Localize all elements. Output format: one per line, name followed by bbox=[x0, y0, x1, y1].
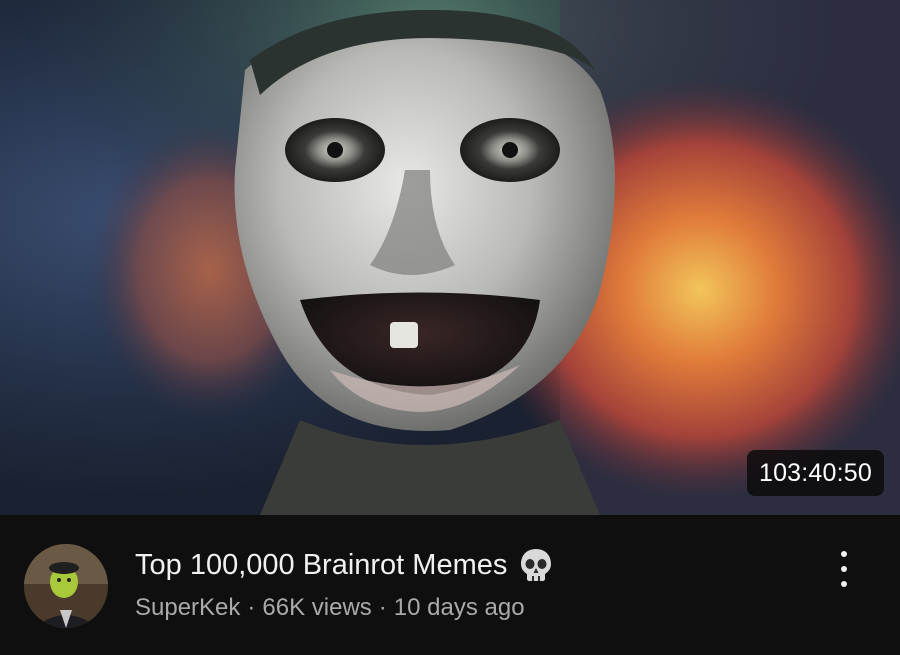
duration-badge: 103:40:50 bbox=[746, 450, 884, 496]
video-metadata: Top 100,000 Brainrot Memes SuperKek · 66K … bbox=[0, 515, 900, 655]
dot bbox=[841, 581, 847, 587]
avatar-image bbox=[24, 544, 108, 628]
more-options-icon[interactable] bbox=[832, 545, 856, 593]
channel-name[interactable]: SuperKek bbox=[135, 594, 240, 621]
view-count: 66K views bbox=[262, 594, 372, 621]
separator: · bbox=[378, 594, 387, 621]
video-title[interactable]: Top 100,000 Brainrot Memes bbox=[135, 545, 507, 585]
upload-age: 10 days ago bbox=[393, 594, 525, 621]
video-thumbnail[interactable]: 103:40:50 bbox=[0, 0, 900, 515]
dot bbox=[841, 566, 847, 572]
video-card[interactable]: 103:40:50 Top 100,000 Brainrot Memes Sup… bbox=[0, 0, 900, 655]
separator: · bbox=[247, 594, 256, 621]
dot bbox=[841, 551, 847, 557]
skull-icon bbox=[521, 549, 552, 581]
thumbnail-image bbox=[0, 0, 900, 515]
video-subtitle: SuperKek · 66K views · 10 days ago bbox=[135, 591, 525, 625]
channel-avatar[interactable] bbox=[24, 544, 108, 628]
video-title-row[interactable]: Top 100,000 Brainrot Memes bbox=[135, 543, 554, 587]
